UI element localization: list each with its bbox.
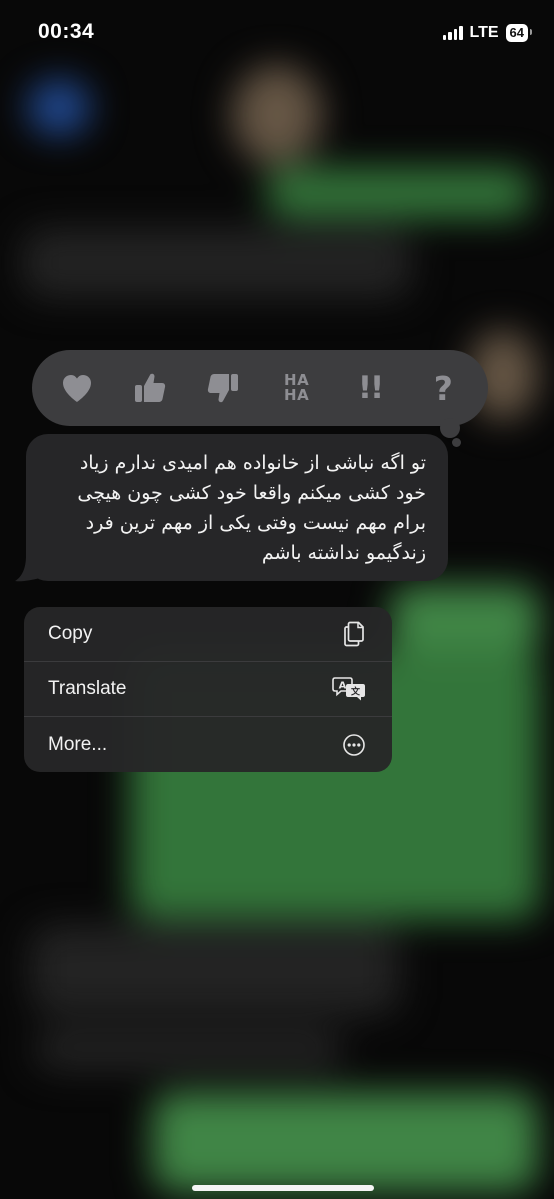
- exclamation-icon: !!: [357, 370, 384, 406]
- status-bar: 00:34 LTE 64: [0, 0, 554, 70]
- question-icon: ?: [433, 368, 453, 408]
- menu-item-more[interactable]: More...: [24, 717, 392, 772]
- context-menu: Copy Translate A 文 More...: [24, 607, 392, 772]
- svg-text:文: 文: [350, 686, 361, 698]
- battery-icon: 64: [505, 24, 533, 42]
- thumbs-up-reaction-button[interactable]: [120, 358, 180, 418]
- tapback-tail-dot: [440, 418, 460, 438]
- status-time: 00:34: [38, 20, 95, 43]
- cellular-signal-icon: [442, 26, 463, 40]
- bubble-tail: [15, 556, 40, 582]
- messages-screen: 00:34 LTE 64 HA HA !! ? تو اگه نباشی از …: [0, 0, 554, 1199]
- haha-icon: HA HA: [284, 371, 310, 404]
- thumbs-down-icon: [208, 374, 239, 403]
- menu-item-copy[interactable]: Copy: [24, 607, 392, 662]
- more-icon: [342, 733, 366, 757]
- question-reaction-button[interactable]: ?: [413, 358, 473, 418]
- menu-item-label: Copy: [48, 623, 93, 644]
- heart-icon: [62, 375, 91, 402]
- background-dim-overlay: [0, 0, 554, 1199]
- menu-item-label: More...: [48, 733, 108, 755]
- translate-icon: A 文: [332, 676, 366, 702]
- message-text: تو اگه نباشی از خانواده هم امیدی ندارم ز…: [77, 452, 426, 564]
- home-indicator[interactable]: [192, 1185, 374, 1191]
- svg-text:A: A: [339, 681, 347, 692]
- status-indicators: LTE 64: [442, 24, 533, 42]
- copy-icon: [342, 621, 366, 647]
- haha-reaction-button[interactable]: HA HA: [267, 358, 327, 418]
- tapback-tail-dot-small: [452, 438, 461, 447]
- menu-item-label: Translate: [48, 678, 127, 699]
- exclamation-reaction-button[interactable]: !!: [340, 358, 400, 418]
- menu-item-translate[interactable]: Translate A 文: [24, 662, 392, 717]
- thumbs-up-icon: [134, 373, 166, 402]
- heart-reaction-button[interactable]: [47, 358, 107, 418]
- thumbs-down-reaction-button[interactable]: [193, 358, 253, 418]
- selected-message-bubble[interactable]: تو اگه نباشی از خانواده هم امیدی ندارم ز…: [26, 434, 448, 581]
- network-type: LTE: [469, 24, 499, 41]
- tapback-reaction-bar: HA HA !! ?: [32, 350, 488, 426]
